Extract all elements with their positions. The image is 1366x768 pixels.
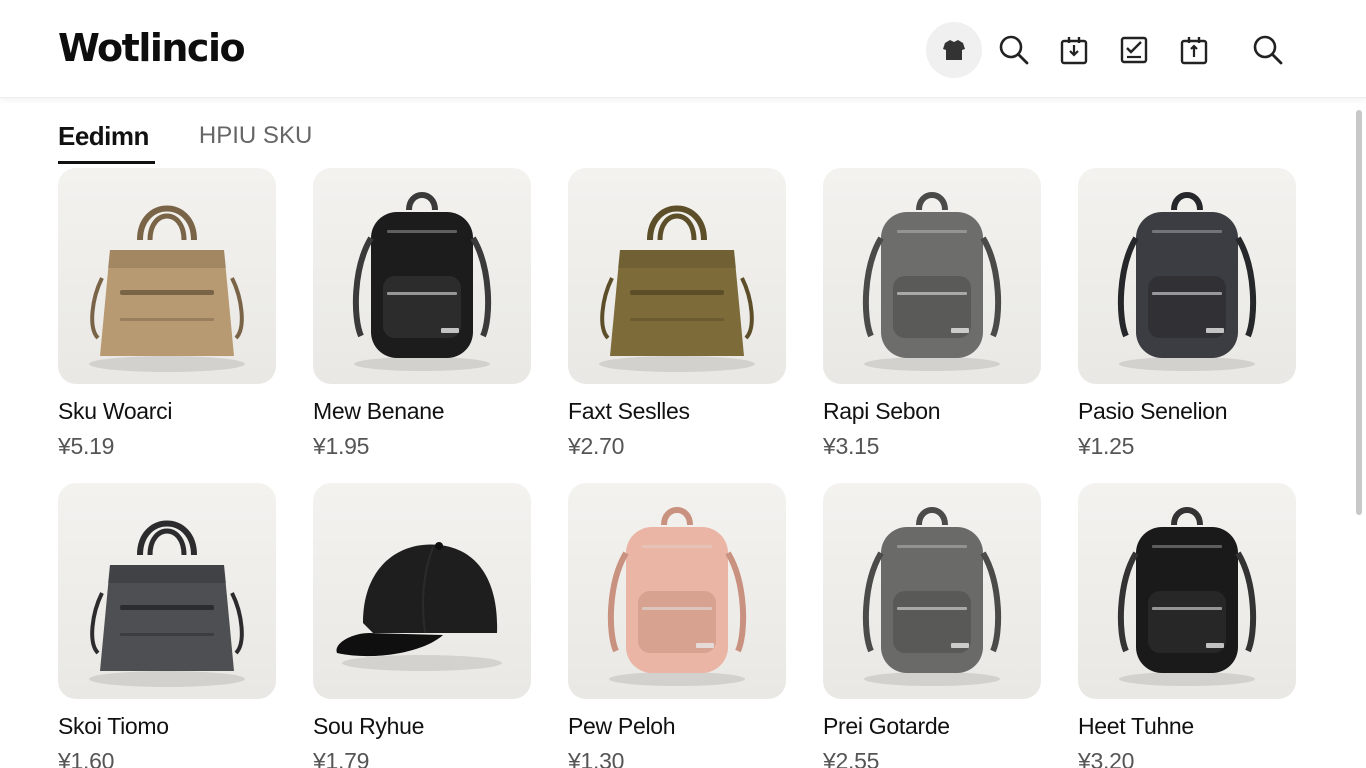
product-name[interactable]: Faxt Seslles [568, 398, 786, 425]
category-tabs: Eedimn HPIU SKU [58, 118, 312, 166]
product-image[interactable] [1078, 483, 1296, 699]
product-image[interactable] [823, 483, 1041, 699]
product-card[interactable]: Pasio Senelion ¥1.25 [1078, 168, 1296, 460]
search-icon[interactable] [986, 22, 1042, 78]
product-card[interactable]: Rapi Sebon ¥3.15 [823, 168, 1041, 460]
download-box-icon[interactable] [1046, 22, 1102, 78]
product-price: ¥1.95 [313, 433, 370, 459]
backpack-illustration [1117, 192, 1257, 371]
product-image[interactable] [313, 168, 531, 384]
store-icon[interactable] [926, 22, 982, 78]
product-card[interactable]: Mew Benane ¥1.95 [313, 168, 531, 460]
product-name[interactable]: Rapi Sebon [823, 398, 1041, 425]
upload-box-icon[interactable] [1166, 22, 1222, 78]
header-toolbar [922, 22, 1296, 78]
product-image[interactable] [58, 483, 276, 699]
product-name[interactable]: Pew Peloh [568, 713, 786, 740]
product-price: ¥2.70 [568, 433, 625, 459]
cap-illustration [336, 542, 502, 671]
search-icon[interactable] [1240, 22, 1296, 78]
product-card[interactable]: Heet Tuhne ¥3.20 [1078, 483, 1296, 768]
product-image[interactable] [568, 168, 786, 384]
tote-illustration [89, 520, 245, 687]
product-name[interactable]: Heet Tuhne [1078, 713, 1296, 740]
tote-illustration [89, 205, 245, 372]
product-price: ¥1.79 [313, 748, 370, 768]
backpack-illustration [607, 507, 747, 686]
product-image[interactable] [568, 483, 786, 699]
product-image[interactable] [58, 168, 276, 384]
product-card[interactable]: Pew Peloh ¥1.30 [568, 483, 786, 768]
product-price: ¥1.60 [58, 748, 115, 768]
product-image[interactable] [313, 483, 531, 699]
product-name[interactable]: Skoi Tiomo [58, 713, 276, 740]
backpack-illustration [352, 192, 492, 371]
product-name[interactable]: Mew Benane [313, 398, 531, 425]
product-name[interactable]: Pasio Senelion [1078, 398, 1296, 425]
product-price: ¥3.20 [1078, 748, 1135, 768]
product-card[interactable]: Faxt Seslles ¥2.70 [568, 168, 786, 460]
scrollbar[interactable] [1356, 110, 1362, 515]
backpack-illustration [862, 192, 1002, 371]
backpack-illustration [862, 507, 1002, 686]
product-card[interactable]: Skoi Tiomo ¥1.60 [58, 483, 276, 768]
product-price: ¥3.15 [823, 433, 880, 459]
product-image[interactable] [823, 168, 1041, 384]
product-name[interactable]: Sku Woarci [58, 398, 276, 425]
top-header: Wotlincio [0, 0, 1366, 98]
product-price: ¥2.55 [823, 748, 880, 768]
product-name[interactable]: Prei Gotarde [823, 713, 1041, 740]
backpack-illustration [1117, 507, 1257, 686]
product-image[interactable] [1078, 168, 1296, 384]
product-name[interactable]: Sou Ryhue [313, 713, 531, 740]
product-card[interactable]: Sou Ryhue ¥1.79 [313, 483, 531, 768]
product-price: ¥1.25 [1078, 433, 1135, 459]
app-logo[interactable]: Wotlincio [58, 26, 246, 70]
tab-eedimn[interactable]: Eedimn [58, 118, 155, 164]
product-card[interactable]: Prei Gotarde ¥2.55 [823, 483, 1041, 768]
product-price: ¥1.30 [568, 748, 625, 768]
product-price: ¥5.19 [58, 433, 115, 459]
checklist-icon[interactable] [1106, 22, 1162, 78]
tote-illustration [599, 205, 755, 372]
tab-hpiu-sku[interactable]: HPIU SKU [199, 118, 312, 164]
product-card[interactable]: Sku Woarci ¥5.19 [58, 168, 276, 460]
